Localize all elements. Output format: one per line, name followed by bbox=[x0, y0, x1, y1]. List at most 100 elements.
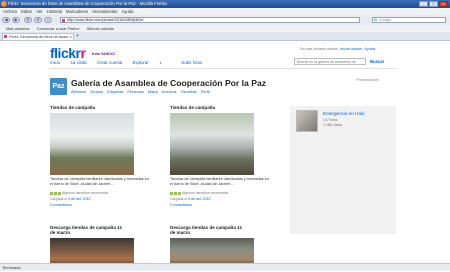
sublink-archivos[interactable]: Archivos bbox=[162, 89, 177, 94]
page-title: Galería de Asamblea de Cooperación Por l… bbox=[71, 78, 267, 88]
photo-card: Tiendas de campaña Tiendas de campaña fa… bbox=[50, 105, 149, 207]
tab-flickr[interactable]: Flickr: Secuencia de fotos de Asam... x bbox=[2, 33, 74, 40]
chevron-down-icon: ▼ bbox=[159, 61, 163, 65]
menu-herramientas[interactable]: Herramientas bbox=[92, 9, 117, 14]
menu-editar[interactable]: Editar bbox=[21, 9, 32, 14]
home-button[interactable]: ⌂ bbox=[44, 17, 52, 23]
menu-historial[interactable]: Historial bbox=[47, 9, 62, 14]
comments-link[interactable]: 0 comentarios bbox=[50, 203, 72, 207]
slideshow-button[interactable]: Presentación bbox=[356, 77, 379, 82]
license-text[interactable]: Algunos derechos reservados bbox=[62, 191, 108, 195]
photo-card: Descarga tiendas de campaña 11 de marzo bbox=[50, 225, 134, 268]
nav-crear-cuenta[interactable]: Crear cuenta bbox=[97, 60, 122, 65]
photo-title-line2: de marzo bbox=[50, 230, 71, 235]
cc-icon bbox=[58, 191, 61, 195]
cc-icon bbox=[178, 191, 181, 195]
set-title[interactable]: Emergencia en Haití bbox=[323, 111, 365, 116]
nav-explorar[interactable]: Explorar ▼ bbox=[132, 60, 171, 65]
menu-marcadores[interactable]: Marcadores bbox=[66, 9, 88, 14]
browser-search-input[interactable]: G Google bbox=[372, 17, 446, 23]
reload-button[interactable]: ↻ bbox=[24, 17, 32, 23]
upload-date-link[interactable]: 9 de abr, 2010 bbox=[68, 197, 90, 201]
bookmark-ultimas-noticias[interactable]: Últimas noticias bbox=[87, 26, 114, 31]
main-nav: Inicio La visita Crear cuenta Explorar ▼… bbox=[50, 60, 211, 65]
photo-card: Tiendas de campaña Tiendas de campaña fa… bbox=[170, 105, 269, 207]
bookmark-comenzar-firefox[interactable]: Comenzar a usar Firefox bbox=[37, 26, 80, 31]
set-view-count: 1.188 vistas bbox=[323, 123, 343, 127]
sets-sidebar: Emergencia en Haití 147 fotos 1.188 vist… bbox=[290, 106, 396, 234]
menu-archivo[interactable]: Archivo bbox=[3, 9, 17, 14]
cc-icon bbox=[54, 191, 57, 195]
photo-title[interactable]: Descarga tiendas de campaña 11 de marzo bbox=[50, 225, 122, 235]
nav-la-visita[interactable]: La visita bbox=[70, 60, 86, 65]
menu-ayuda[interactable]: Ayuda bbox=[122, 9, 134, 14]
minimize-button[interactable]: _ bbox=[419, 1, 428, 7]
nav-inicio[interactable]: Inicio bbox=[50, 60, 60, 65]
cc-icon bbox=[174, 191, 177, 195]
firefox-icon bbox=[1, 1, 7, 7]
status-bar: Terminado bbox=[0, 263, 450, 271]
license-info: Algunos derechos reservados bbox=[50, 191, 108, 195]
logo-r: r bbox=[80, 45, 86, 61]
window-title: Flickr: Secuencia de fotos de Asamblea d… bbox=[8, 1, 168, 6]
set-photo-count: 147 fotos bbox=[323, 118, 338, 122]
set-thumbnail[interactable] bbox=[296, 110, 318, 132]
photo-thumbnail[interactable] bbox=[50, 113, 134, 175]
site-search-input[interactable]: Buscar en la galería de Asamblea de bbox=[294, 58, 366, 65]
stop-button[interactable]: ✕ bbox=[34, 17, 42, 23]
nav-subir-fotos[interactable]: Subir fotos bbox=[181, 60, 202, 65]
signin-status: No has iniciado sesión bbox=[300, 47, 338, 51]
sublink-albumes[interactable]: Álbumes bbox=[71, 89, 86, 94]
yahoo-tag: from YAHOO! bbox=[92, 52, 115, 56]
photo-title[interactable]: Tiendas de campaña bbox=[170, 105, 215, 110]
sublink-mapa[interactable]: Mapa bbox=[148, 89, 158, 94]
sublink-perfil[interactable]: Perfil bbox=[201, 89, 210, 94]
photo-thumbnail[interactable] bbox=[170, 113, 254, 175]
new-tab-button[interactable]: + bbox=[76, 34, 79, 39]
upload-date: Cargada el 9 de abr, 2010 bbox=[170, 197, 211, 201]
sublink-favoritas[interactable]: Favoritas bbox=[181, 89, 197, 94]
photo-title[interactable]: Descarga tiendas de campaña 11 de marzo bbox=[170, 225, 242, 235]
gallery-sublinks: Álbumes Grupos Etiquetas Personas Mapa A… bbox=[71, 89, 213, 94]
upload-prefix: Cargada el bbox=[170, 197, 188, 201]
tab-close-icon[interactable]: x bbox=[70, 34, 72, 40]
forward-button[interactable]: ▶ bbox=[12, 17, 20, 23]
photo-title-line2: de marzo bbox=[170, 230, 191, 235]
tab-favicon-icon bbox=[4, 35, 7, 38]
menu-ver[interactable]: Ver bbox=[36, 9, 42, 14]
photo-title[interactable]: Tiendas de campaña bbox=[50, 105, 95, 110]
upload-prefix: Cargada el bbox=[50, 197, 68, 201]
url-bar[interactable]: http://www.flickr.com/photos/23150389@N0… bbox=[60, 17, 360, 23]
bookmark-mas-visitados[interactable]: Más visitados bbox=[6, 26, 30, 31]
photo-caption: Tiendas de campaña familiares distribuid… bbox=[50, 177, 149, 186]
window-titlebar: Flickr: Secuencia de fotos de Asamblea d… bbox=[0, 0, 450, 8]
tab-label: Flickr: Secuencia de fotos de Asam... bbox=[9, 35, 72, 39]
license-text[interactable]: Algunos derechos reservados bbox=[182, 191, 228, 195]
comments-link[interactable]: 0 comentarios bbox=[170, 203, 192, 207]
license-info: Algunos derechos reservados bbox=[170, 191, 228, 195]
sublink-personas[interactable]: Personas bbox=[127, 89, 143, 94]
back-button[interactable]: ◀ bbox=[2, 17, 10, 23]
cc-icon bbox=[50, 191, 53, 195]
upload-date: Cargada el 9 de abr, 2010 bbox=[50, 197, 91, 201]
avatar[interactable]: Paz bbox=[50, 78, 67, 95]
nav-divider bbox=[50, 68, 396, 69]
sublink-grupos[interactable]: Grupos bbox=[90, 89, 103, 94]
upload-date-link[interactable]: 9 de abr, 2010 bbox=[188, 197, 210, 201]
cc-icon bbox=[170, 191, 173, 195]
google-icon: G bbox=[374, 18, 377, 22]
site-favicon-icon bbox=[62, 19, 65, 22]
sublink-etiquetas[interactable]: Etiquetas bbox=[107, 89, 123, 94]
photo-card: Descarga tiendas de campaña 11 de marzo bbox=[170, 225, 254, 268]
flickr-logo[interactable]: flickrr bbox=[50, 45, 86, 61]
site-search-button[interactable]: Buscar bbox=[370, 59, 384, 64]
url-text: http://www.flickr.com/photos/23150389@N0… bbox=[67, 18, 144, 22]
tab-bar: Flickr: Secuencia de fotos de Asam... x … bbox=[0, 32, 450, 41]
maximize-button[interactable]: □ bbox=[429, 1, 438, 7]
browser-search-placeholder: Google bbox=[379, 18, 392, 22]
signin-link[interactable]: Iniciar sesión bbox=[340, 47, 362, 51]
help-link[interactable]: Ayuda bbox=[364, 47, 375, 51]
photo-caption: Tiendas de campaña familiares distribuid… bbox=[170, 177, 269, 186]
nav-explorar-label: Explorar bbox=[132, 60, 149, 65]
close-button[interactable]: x bbox=[439, 1, 448, 7]
